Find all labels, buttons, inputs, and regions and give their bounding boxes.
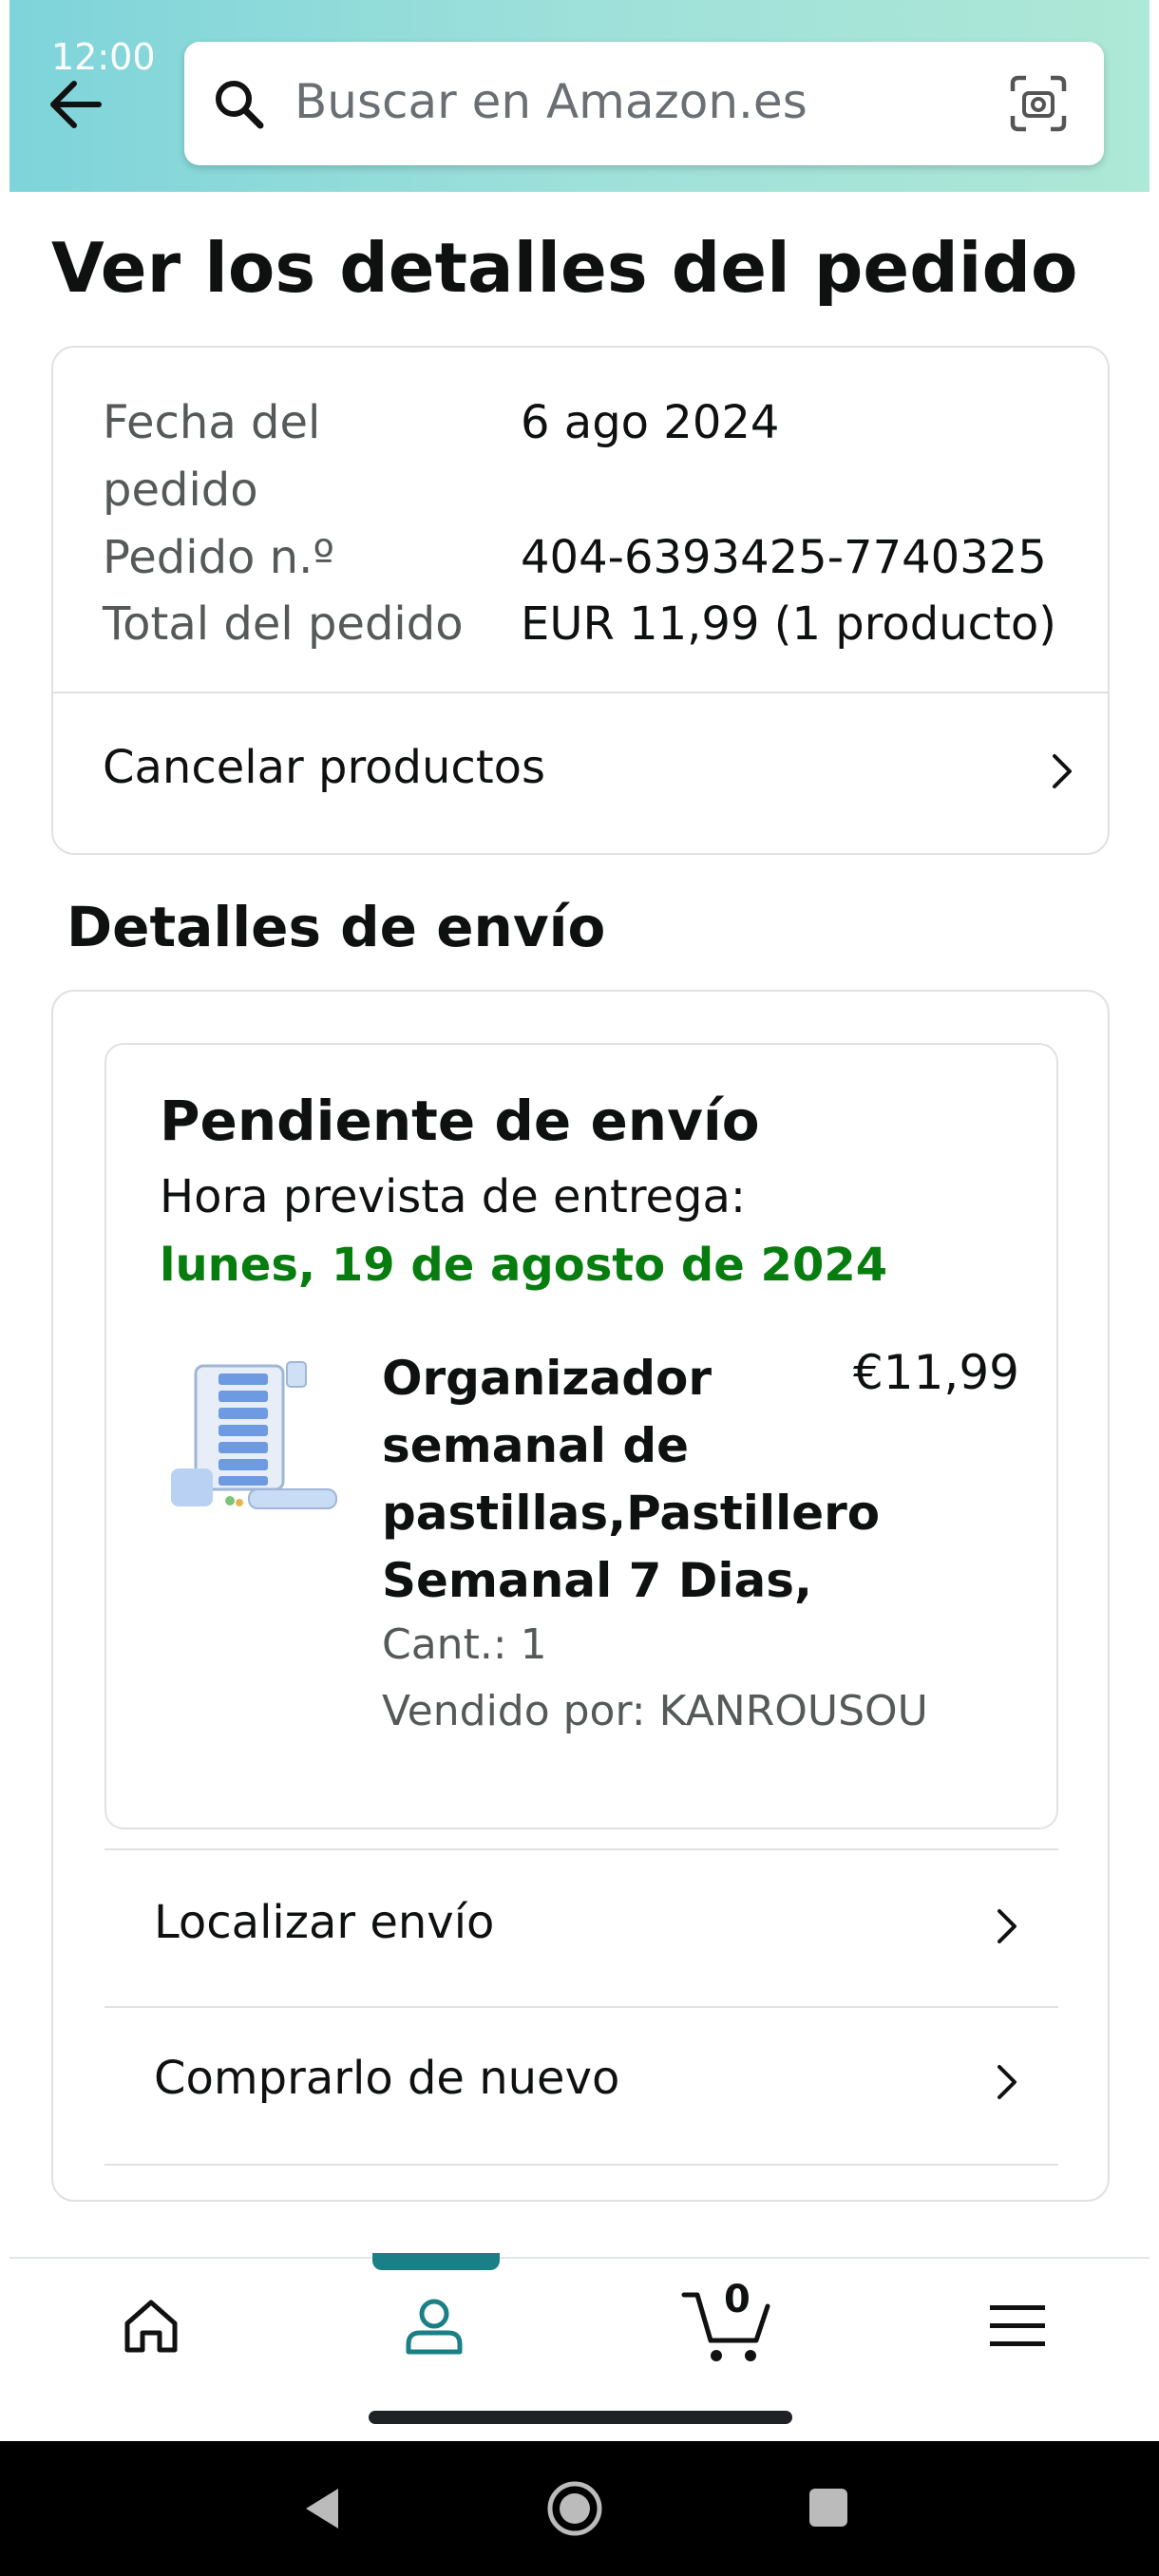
order-summary-card: Fecha del pedido 6 ago 2024 Pedido n.º 4… — [51, 346, 1110, 855]
menu-icon[interactable] — [988, 2302, 1047, 2350]
product-title-line: semanal de — [382, 1418, 690, 1473]
app-frame: 12:00 Buscar en Amazon.es Ver los detall… — [10, 0, 1150, 2441]
product-image[interactable] — [162, 1354, 342, 1522]
order-total-value: EUR 11,99 (1 producto) — [521, 597, 1056, 651]
track-shipment-row[interactable]: Localizar envío — [104, 1850, 1058, 2006]
system-recents-icon[interactable] — [808, 2487, 849, 2529]
system-back-icon[interactable] — [300, 2485, 344, 2532]
shipment-item-box[interactable]: Pendiente de envío Hora prevista de entr… — [104, 1043, 1058, 1829]
buy-again-row[interactable]: Comprarlo de nuevo — [104, 2008, 1058, 2164]
product-price: €11,99 — [853, 1345, 1019, 1400]
page-title: Ver los detalles del pedido — [51, 228, 1078, 308]
eta-label: Hora prevista de entrega: — [160, 1170, 747, 1223]
buy-again-label: Comprarlo de nuevo — [154, 2052, 620, 2105]
chevron-right-icon — [998, 2065, 1016, 2099]
search-bar[interactable]: Buscar en Amazon.es — [184, 42, 1104, 165]
order-number-label: Pedido n.º — [103, 531, 334, 584]
chevron-right-icon — [998, 1909, 1016, 1943]
shipment-status: Pendiente de envío — [160, 1089, 760, 1153]
account-icon[interactable] — [401, 2293, 467, 2359]
eta-date: lunes, 19 de agosto de 2024 — [160, 1239, 888, 1292]
product-seller: Vendido por: KANROUSOU — [382, 1687, 928, 1735]
search-placeholder: Buscar en Amazon.es — [294, 74, 808, 129]
product-title-line: Organizador — [382, 1351, 712, 1406]
product-title-line: Semanal 7 Dias, — [382, 1553, 812, 1608]
header-bar: 12:00 Buscar en Amazon.es — [10, 0, 1150, 192]
product-title-line: pastillas,Pastillero — [382, 1486, 881, 1541]
back-arrow-icon[interactable] — [42, 68, 114, 141]
product-quantity: Cant.: 1 — [382, 1620, 547, 1669]
camera-lens-icon[interactable] — [1009, 74, 1068, 133]
cart-button[interactable]: 0 — [680, 2278, 775, 2369]
divider — [104, 2164, 1058, 2166]
order-date-value: 6 ago 2024 — [521, 396, 780, 449]
order-total-label: Total del pedido — [103, 597, 464, 651]
order-number-value: 404-6393425-7740325 — [521, 531, 1047, 584]
product-title[interactable]: Organizador semanal de pastillas,Pastill… — [382, 1345, 881, 1615]
search-icon — [216, 81, 264, 129]
gesture-home-bar[interactable] — [369, 2411, 792, 2424]
cancel-products-label: Cancelar productos — [103, 741, 546, 794]
shipping-section-title: Detalles de envío — [66, 895, 606, 959]
chevron-right-icon — [1053, 754, 1072, 788]
home-icon[interactable] — [118, 2293, 184, 2359]
shipment-card: Pendiente de envío Hora prevista de entr… — [51, 990, 1110, 2202]
cart-count: 0 — [724, 2278, 750, 2321]
track-shipment-label: Localizar envío — [154, 1896, 495, 1949]
system-nav-bar — [0, 2441, 1159, 2576]
cancel-products-row[interactable]: Cancelar productos — [53, 693, 1108, 851]
system-home-icon[interactable] — [545, 2479, 604, 2538]
order-date-label: Fecha del pedido — [103, 396, 321, 517]
active-tab-indicator — [372, 2253, 500, 2270]
